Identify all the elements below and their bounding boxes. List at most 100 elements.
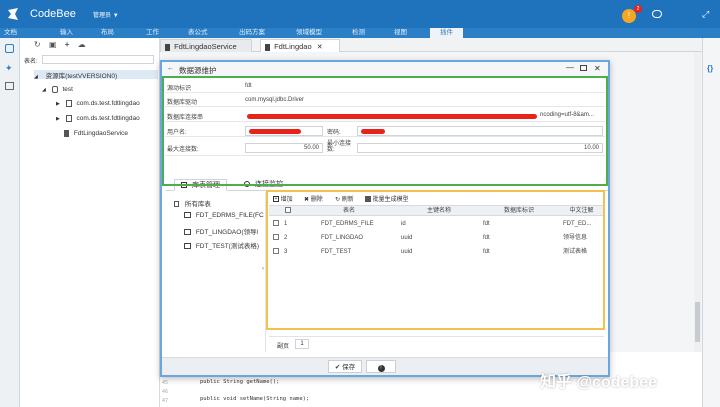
tab-label: FdtLingdaoService [174, 42, 237, 51]
grid-icon [184, 212, 191, 219]
cloud-icon[interactable]: ☁ [78, 40, 86, 49]
menu-item-input[interactable]: 输入 [60, 28, 73, 38]
editor-tab-strip: FdtLingdaoService FdtLingdao ✕ [160, 38, 702, 52]
menu-item-domain-model[interactable]: 领域模型 [296, 28, 322, 38]
caret-right-icon: ▶ [56, 101, 60, 108]
tab-fdtlingdao[interactable]: FdtLingdao ✕ [260, 39, 340, 52]
tree-node-all-tables[interactable]: 所有库表 [174, 198, 211, 208]
file-icon [174, 201, 179, 208]
expand-icon[interactable]: ⤢ [702, 9, 709, 20]
left-icon-strip: ✦ [0, 38, 20, 407]
refresh-icon[interactable]: ↻ [34, 40, 41, 49]
line-number: 46 [162, 389, 169, 395]
info-icon: ! [377, 365, 385, 372]
menu-item-view[interactable]: 视图 [394, 28, 407, 38]
minimize-icon[interactable]: — [566, 63, 574, 72]
tree-node-label: FDT_TEST(测试表格) [195, 243, 260, 250]
file-icon [165, 43, 170, 51]
table-icon [65, 100, 72, 107]
grid-icon [184, 243, 191, 250]
project-sidebar: ↻ ▣ + ☁ 表名: ◢ 资源库(testVVERSION0) ◢ test … [20, 38, 160, 407]
tree-node-label: FdtLingdaoService [73, 130, 129, 138]
tree-node-label: com.ds.test.fdtlingdao [76, 115, 140, 123]
right-icon-strip: {} [702, 38, 720, 407]
tree-node-table-2[interactable]: FDT_LINGDAO(领导l [184, 226, 266, 236]
file-icon [265, 43, 270, 51]
toggle-icon[interactable] [652, 10, 662, 18]
menu-item-layout[interactable]: 布局 [101, 28, 114, 38]
tree-node-package-2[interactable]: ▶ com.ds.test.fdtlingdao [56, 115, 140, 122]
import-icon[interactable]: ▣ [49, 40, 57, 49]
tree-node-service[interactable]: FdtLingdaoService [64, 130, 128, 137]
caret-right-icon: ▶ [56, 116, 60, 123]
maximize-icon[interactable] [580, 65, 587, 71]
menu-item-formula[interactable]: 表公式 [188, 28, 208, 38]
tree-node-label: FDT_LINGDAO(领导l [195, 229, 258, 236]
puzzle-icon[interactable]: ✦ [5, 63, 13, 74]
top-bar: CodeBee 管理员 ▼ ! 2 ⤢ [0, 0, 720, 28]
add-icon[interactable]: + [65, 40, 70, 49]
sidebar-toolbar: ↻ ▣ + ☁ [34, 40, 86, 49]
app-title: CodeBee [30, 8, 76, 20]
caret-down-icon: ◢ [34, 74, 38, 80]
line-number: 47 [162, 398, 169, 404]
menu-item-check[interactable]: 检测 [352, 28, 365, 38]
database-icon[interactable] [5, 44, 14, 53]
menu-item-codegen[interactable]: 出码方案 [239, 28, 265, 38]
chevron-down-icon: ▼ [112, 13, 119, 19]
app-logo-icon [6, 7, 20, 21]
menu-item-work[interactable]: 工作 [146, 28, 159, 38]
tree-node-test[interactable]: ◢ test [42, 86, 73, 93]
menu-bar: 文档 输入 布局 工作 表公式 出码方案 领域模型 检测 视图 插件 [0, 28, 720, 38]
tab-label: FdtLingdao [274, 42, 312, 51]
page-input[interactable]: 1 [295, 339, 309, 349]
tree-node-label: FDT_EDRMS_FILE(FC [195, 212, 264, 219]
search-input[interactable] [42, 55, 154, 64]
db-icon [51, 86, 58, 93]
panel-collapse-icon[interactable]: ‹ [262, 266, 264, 272]
pager-label: 副页 [277, 344, 290, 350]
dialog-title-bar[interactable]: ← 数据源维护 — ✕ [162, 62, 608, 77]
tree-node-package-1[interactable]: ▶ com.ds.test.fdtlingdao [56, 100, 140, 107]
save-button[interactable]: ✔ 保存 [328, 360, 362, 373]
form-highlight-box [162, 76, 608, 186]
tab-fdtlingdaoservice[interactable]: FdtLingdaoService [160, 39, 252, 52]
notification-badge: 2 [634, 5, 642, 13]
pager: 副页 1 [269, 336, 604, 350]
window-icon[interactable] [5, 82, 14, 90]
tree-node-repository[interactable]: ◢ 资源库(testVVERSION0) [34, 70, 158, 80]
tree-node-label: 所有库表 [184, 201, 211, 208]
help-button[interactable]: ! [366, 360, 396, 373]
menu-item-docs[interactable]: 文档 [4, 28, 17, 38]
braces-icon[interactable]: {} [707, 64, 713, 73]
file-icon [64, 130, 69, 137]
dialog-title: 数据源维护 [179, 66, 217, 75]
caret-down-icon: ◢ [42, 87, 46, 94]
grid-icon [184, 229, 191, 236]
table-icon [65, 115, 72, 122]
search-label: 表名: [24, 59, 38, 65]
user-name: 管理员 [93, 13, 112, 19]
tree-node-table-3[interactable]: FDT_TEST(测试表格) [184, 240, 266, 250]
close-icon[interactable]: ✕ [594, 64, 601, 73]
watermark: 知乎 @codebee [540, 374, 657, 391]
sidebar-search: 表名: [24, 55, 158, 65]
tree-node-label: com.ds.test.fdtlingdao [76, 100, 140, 108]
tree-node-label: 资源库(testVVERSION0) [45, 73, 118, 80]
menu-item-plugins[interactable]: 插件 [430, 28, 463, 38]
library-tree: 所有库表 FDT_EDRMS_FILE(FC FDT_LINGDAO(领导l F… [166, 192, 266, 352]
close-icon[interactable]: ✕ [317, 44, 323, 51]
line-number: 45 [162, 380, 169, 386]
code-line: public void setName(String name); [200, 396, 310, 402]
scrollbar-thumb[interactable] [695, 302, 700, 342]
vertical-scrollbar[interactable] [694, 52, 701, 352]
code-line: public String getName(); [200, 379, 280, 385]
tree-node-label: test [62, 86, 73, 94]
dialog-icon: ← [167, 65, 174, 72]
check-icon: ✔ [334, 364, 341, 371]
save-label: 保存 [342, 364, 356, 371]
table-highlight-box [266, 190, 605, 330]
user-menu[interactable]: 管理员 ▼ [93, 10, 119, 19]
tree-node-table-1[interactable]: FDT_EDRMS_FILE(FC [184, 212, 266, 219]
info-icon: ! [627, 11, 631, 20]
